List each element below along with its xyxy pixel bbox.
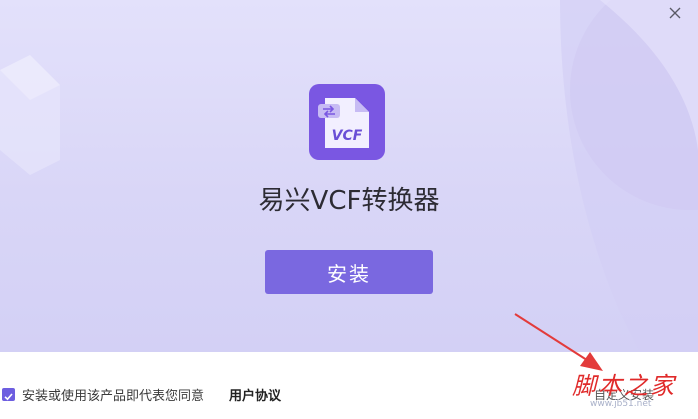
app-logo: VCF [309, 84, 385, 160]
close-icon [669, 7, 681, 19]
agreement-text: 安装或使用该产品即代表您同意 [22, 389, 205, 404]
app-title: 易兴VCF转换器 [258, 186, 440, 216]
main-panel: VCF 易兴VCF转换器 安装 [0, 0, 698, 352]
install-button[interactable]: 安装 [265, 250, 433, 294]
background-decoration [0, 0, 698, 352]
user-agreement-link[interactable]: 用户协议 [229, 385, 281, 404]
icon-text: VCF [332, 128, 363, 144]
watermark: 脚本之家 www.jb51.net [572, 366, 696, 416]
close-button[interactable] [666, 4, 684, 22]
agreement-checkbox[interactable] [2, 388, 15, 401]
installer-window: VCF 易兴VCF转换器 安装 安装或使用该产品即代表您同意 用户协议 自定义安… [0, 0, 698, 419]
watermark-url: www.jb51.net [590, 399, 652, 409]
vcf-file-icon: VCF [318, 98, 369, 148]
checkmark-icon [4, 393, 13, 401]
watermark-title: 脚本之家 [572, 372, 676, 400]
